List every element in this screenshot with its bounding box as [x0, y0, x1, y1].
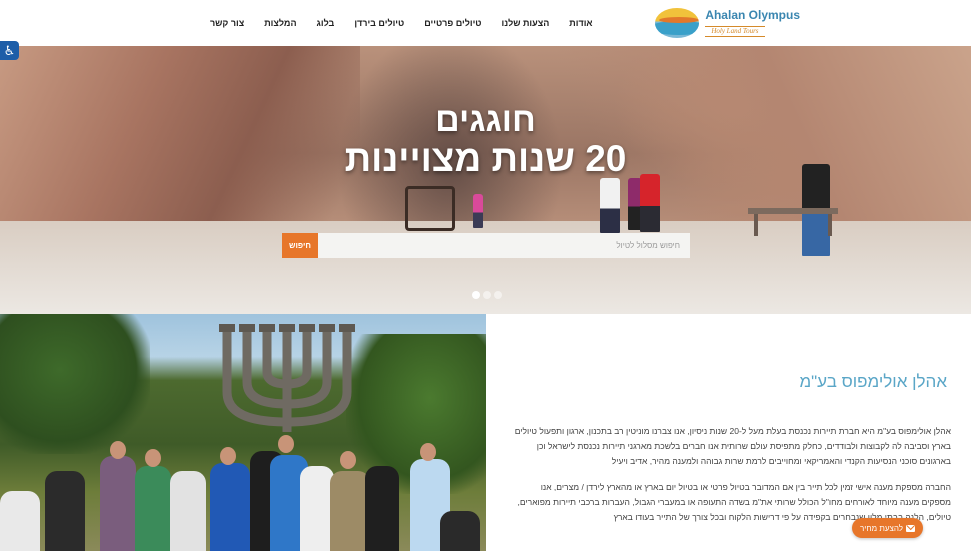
- group-person: [45, 471, 85, 551]
- logo-title: Ahalan Olympus: [705, 8, 800, 22]
- search-input[interactable]: [318, 233, 690, 258]
- nav-recommendations[interactable]: המלצות: [254, 18, 306, 28]
- menorah-sculpture: [219, 324, 355, 432]
- hero-bench-leg: [754, 214, 758, 236]
- hero-bench: [748, 208, 838, 214]
- nav-jordan-tours[interactable]: טיולים בירדן: [344, 18, 414, 28]
- hero-title-line1: חוגגים: [435, 101, 536, 139]
- slider-dot[interactable]: [472, 291, 480, 299]
- hero-title-line2: 20 שנות מצויינות: [344, 138, 627, 179]
- search-button[interactable]: חיפוש: [282, 233, 318, 258]
- logo-mark-icon: [655, 8, 700, 38]
- group-person: [365, 466, 399, 551]
- site-header: אודות הצעות שלנו טיולים פרטיים טיולים בי…: [0, 0, 971, 46]
- nav-private-tours[interactable]: טיולים פרטיים: [414, 18, 491, 28]
- group-person: [300, 466, 334, 551]
- group-photo: [0, 314, 486, 551]
- group-person-head: [420, 443, 436, 461]
- about-paragraph: אהלן אולימפוס בע"מ היא חברת תיירות נכנסת…: [514, 426, 951, 466]
- accessibility-icon: ♿: [3, 42, 16, 58]
- group-person: [210, 463, 250, 551]
- site-logo[interactable]: Ahalan Olympus Holy Land Tours: [655, 8, 800, 38]
- nav-offers[interactable]: הצעות שלנו: [491, 18, 559, 28]
- group-person-head: [110, 441, 126, 459]
- group-person: [0, 491, 40, 551]
- hero-slider: חוגגים 20 שנות מצויינות חיפוש: [0, 46, 971, 314]
- accessibility-button[interactable]: ♿: [0, 41, 19, 60]
- hero-person: [473, 194, 483, 228]
- get-quote-button[interactable]: להצעת מחיר: [852, 518, 923, 538]
- group-person-head: [220, 447, 236, 465]
- envelope-icon: [906, 524, 916, 532]
- hero-person: [640, 174, 660, 232]
- about-section: אהלן אולימפוס בע"מ אהלן אולימפוס בע"מ הי…: [486, 314, 971, 551]
- slider-dots: [472, 291, 502, 299]
- main-nav: אודות הצעות שלנו טיולים פרטיים טיולים בי…: [200, 0, 603, 46]
- about-title: אהלן אולימפוס בע"מ: [799, 372, 947, 391]
- hero-carriage: [405, 186, 455, 231]
- slider-dot[interactable]: [494, 291, 502, 299]
- hero-person: [600, 178, 620, 233]
- group-person: [330, 471, 370, 551]
- group-person: [135, 466, 171, 551]
- group-person: [440, 511, 480, 551]
- slider-dot[interactable]: [483, 291, 491, 299]
- tour-group: [0, 429, 486, 551]
- nav-about[interactable]: אודות: [559, 18, 602, 28]
- get-quote-label: להצעת מחיר: [859, 523, 904, 533]
- tour-search-form: חיפוש: [282, 233, 690, 258]
- logo-subtitle: Holy Land Tours: [705, 26, 765, 37]
- nav-contact[interactable]: צור קשר: [200, 18, 254, 28]
- group-person: [170, 471, 206, 551]
- nav-blog[interactable]: בלוג: [307, 18, 345, 28]
- group-person-head: [145, 449, 161, 467]
- group-person-head: [278, 435, 294, 453]
- hero-bench-leg: [828, 214, 832, 236]
- group-person: [100, 456, 136, 551]
- group-person-head: [340, 451, 356, 469]
